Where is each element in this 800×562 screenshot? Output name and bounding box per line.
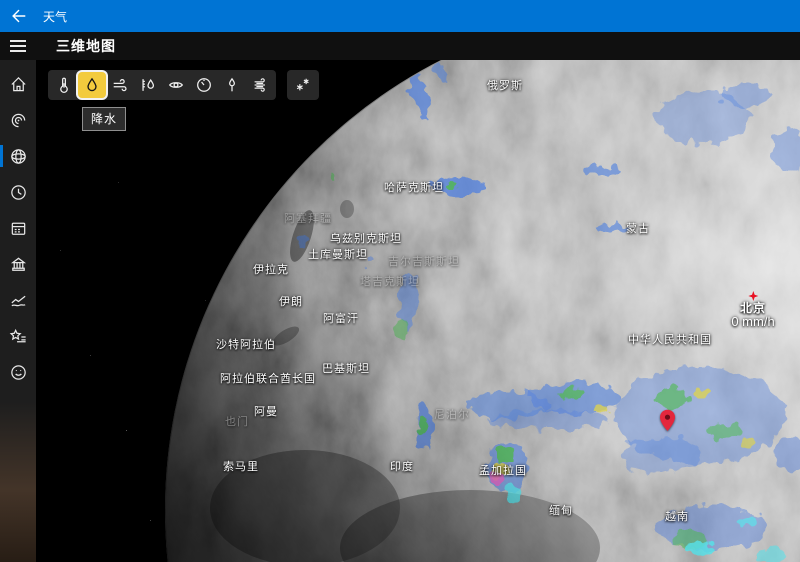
layer-wind-button[interactable] bbox=[106, 72, 134, 98]
snow-layer-toolbar bbox=[287, 70, 319, 100]
home-icon bbox=[9, 75, 28, 94]
sidebar-item-favorites[interactable] bbox=[0, 318, 36, 354]
map-label: 孟加拉国 bbox=[479, 462, 527, 478]
map-label: 越南 bbox=[665, 508, 689, 524]
map-label: 索马里 bbox=[223, 458, 259, 474]
layer-pressure-button[interactable] bbox=[190, 72, 218, 98]
gauge-icon bbox=[195, 76, 213, 94]
layer-humidity-button[interactable] bbox=[134, 72, 162, 98]
station-value: 0 mm/h bbox=[731, 315, 774, 329]
sidebar-item-historical[interactable] bbox=[0, 246, 36, 282]
map-label: 也门 bbox=[225, 413, 249, 429]
map-label: 伊拉克 bbox=[253, 261, 289, 277]
navigation-sidebar bbox=[0, 60, 36, 562]
sidebar-item-charts[interactable] bbox=[0, 282, 36, 318]
drop-stem-icon bbox=[223, 76, 241, 94]
map-label: 巴基斯坦 bbox=[322, 360, 370, 376]
layers-icon bbox=[251, 76, 269, 94]
title-bar: 天气 bbox=[0, 0, 800, 32]
trend-chart-icon bbox=[9, 291, 28, 310]
tooltip: 降水 bbox=[82, 107, 126, 131]
map-layers-toolbar bbox=[48, 70, 276, 100]
map-label: 俄罗斯 bbox=[487, 77, 523, 93]
map-label: 沙特阿拉伯 bbox=[216, 336, 276, 352]
station-overlay: 北京 0 mm/h bbox=[731, 291, 774, 328]
map-label: 阿拉伯联合酋长国 bbox=[220, 370, 316, 386]
star-list-icon bbox=[9, 327, 28, 346]
map-label: 哈萨克斯坦 bbox=[384, 179, 444, 195]
sidebar-item-3d-maps[interactable] bbox=[0, 138, 36, 174]
layer-cloud-layers-button[interactable] bbox=[246, 72, 274, 98]
eye-icon bbox=[167, 76, 185, 94]
wind-icon bbox=[111, 76, 129, 94]
water-drop-icon bbox=[83, 76, 101, 94]
map-label: 缅甸 bbox=[549, 502, 573, 518]
calendar-icon bbox=[9, 219, 28, 238]
app-title: 天气 bbox=[43, 8, 67, 25]
map-label: 蒙古 bbox=[626, 220, 650, 236]
sidebar-item-calendar[interactable] bbox=[0, 210, 36, 246]
layer-visibility-button[interactable] bbox=[162, 72, 190, 98]
clock-icon bbox=[9, 183, 28, 202]
map-label: 阿曼 bbox=[254, 403, 278, 419]
hamburger-button[interactable] bbox=[0, 32, 36, 60]
layer-precipitation-button[interactable] bbox=[78, 72, 106, 98]
thermometer-drop-icon bbox=[139, 76, 157, 94]
thermometer-icon bbox=[55, 76, 73, 94]
building-icon bbox=[9, 255, 28, 274]
app-bar: 三维地图 bbox=[0, 32, 800, 60]
map-label: 吉尔吉斯斯坦 bbox=[388, 253, 460, 269]
back-arrow-icon bbox=[10, 7, 28, 25]
map-label: 乌兹别克斯坦 bbox=[330, 230, 402, 246]
globe-icon bbox=[9, 147, 28, 166]
station-star-icon bbox=[748, 291, 758, 301]
radar-icon bbox=[9, 111, 28, 130]
sidebar-item-feedback[interactable] bbox=[0, 354, 36, 390]
map-pin-icon[interactable] bbox=[659, 409, 676, 432]
snowflakes-icon bbox=[294, 76, 312, 94]
map-label: 伊朗 bbox=[279, 293, 303, 309]
map-label: 尼泊尔 bbox=[434, 406, 470, 422]
sidebar-item-maps[interactable] bbox=[0, 102, 36, 138]
map-label: 阿富汗 bbox=[323, 310, 359, 326]
map-label: 中华人民共和国 bbox=[628, 331, 712, 347]
sidebar-item-hourly[interactable] bbox=[0, 174, 36, 210]
map-label: 塔吉克斯坦 bbox=[360, 273, 420, 289]
layer-temperature-button[interactable] bbox=[50, 72, 78, 98]
layer-snow-button[interactable] bbox=[289, 72, 317, 98]
station-name: 北京 bbox=[731, 302, 774, 315]
layer-dew-point-button[interactable] bbox=[218, 72, 246, 98]
back-button[interactable] bbox=[0, 0, 38, 32]
map-label: 阿塞拜疆 bbox=[284, 210, 332, 226]
smiley-icon bbox=[9, 363, 28, 382]
page-title: 三维地图 bbox=[56, 36, 116, 56]
sidebar-item-home[interactable] bbox=[0, 66, 36, 102]
map-label: 印度 bbox=[390, 458, 414, 474]
map-label: 土库曼斯坦 bbox=[308, 246, 368, 262]
